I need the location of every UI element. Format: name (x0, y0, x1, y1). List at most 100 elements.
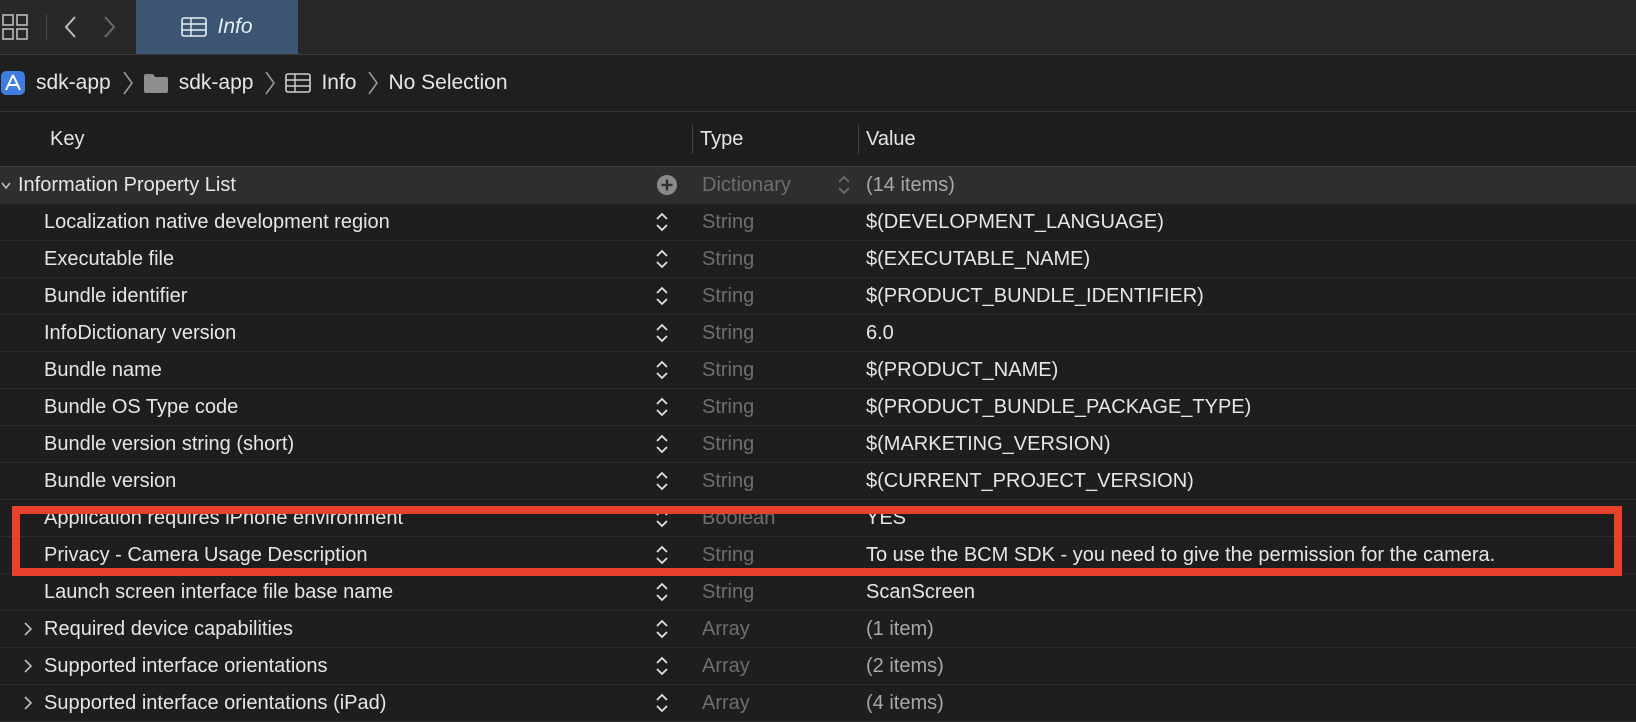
row-value[interactable]: $(PRODUCT_BUNDLE_PACKAGE_TYPE) (866, 389, 1251, 425)
table-row[interactable]: Executable file String $(EXECUTABLE_NAME… (0, 241, 1636, 278)
row-type[interactable]: String (702, 537, 754, 573)
row-value: (4 items) (866, 692, 944, 714)
table-icon (181, 17, 208, 37)
row-key: Required device capabilities (44, 618, 294, 640)
row-type[interactable]: Boolean (702, 500, 775, 536)
table-icon (285, 73, 312, 93)
row-key: Information Property List (18, 174, 236, 196)
folder-icon (143, 74, 168, 93)
breadcrumb-item-selection[interactable]: No Selection (386, 71, 509, 95)
row-value[interactable]: $(CURRENT_PROJECT_VERSION) (866, 463, 1194, 499)
breadcrumb: sdk-app sdk-app Info No Selection (0, 55, 1636, 112)
column-header-value[interactable]: Value (866, 128, 916, 151)
chevron-down-icon[interactable] (0, 177, 12, 193)
table-row-camera-usage[interactable]: Privacy - Camera Usage Description Strin… (0, 537, 1636, 574)
table-row[interactable]: Bundle identifier String $(PRODUCT_BUNDL… (0, 278, 1636, 315)
stepper-icon[interactable] (654, 691, 670, 715)
stepper-icon[interactable] (654, 284, 670, 308)
table-row[interactable]: Bundle version string (short) String $(M… (0, 426, 1636, 463)
table-header: Key Type Value (0, 112, 1636, 167)
breadcrumb-label: sdk-app (36, 71, 111, 94)
forward-icon[interactable] (98, 14, 120, 40)
table-row[interactable]: Bundle name String $(PRODUCT_NAME) (0, 352, 1636, 389)
stepper-icon[interactable] (654, 321, 670, 345)
row-value[interactable]: ScanScreen (866, 574, 975, 610)
breadcrumb-item-folder[interactable]: sdk-app (141, 71, 256, 95)
column-header-type[interactable]: Type (700, 128, 743, 151)
row-value: (2 items) (866, 655, 944, 677)
row-type[interactable]: String (702, 352, 754, 388)
table-row-root[interactable]: Information Property List Dictionary (14… (0, 167, 1636, 204)
row-key: InfoDictionary version (44, 322, 237, 344)
table-row[interactable]: Required device capabilities Array (1 it… (0, 611, 1636, 648)
row-key: Bundle OS Type code (44, 396, 239, 418)
row-type[interactable]: Dictionary (702, 167, 791, 203)
row-value[interactable]: $(PRODUCT_BUNDLE_IDENTIFIER) (866, 278, 1204, 314)
row-key: Bundle version string (short) (44, 433, 295, 455)
table-row[interactable]: Launch screen interface file base name S… (0, 574, 1636, 611)
row-key: Bundle identifier (44, 285, 188, 307)
stepper-icon[interactable] (836, 173, 852, 197)
table-row[interactable]: Supported interface orientations (iPad) … (0, 685, 1636, 722)
stepper-icon[interactable] (654, 543, 670, 567)
column-divider[interactable] (858, 124, 859, 154)
stepper-icon[interactable] (654, 395, 670, 419)
column-divider[interactable] (692, 124, 693, 154)
breadcrumb-item-project[interactable]: sdk-app (0, 70, 113, 96)
row-type[interactable]: String (702, 463, 754, 499)
row-type[interactable]: String (702, 241, 754, 277)
row-value[interactable]: $(PRODUCT_NAME) (866, 352, 1058, 388)
row-type[interactable]: Array (702, 648, 750, 684)
chevron-right-icon (123, 71, 133, 95)
breadcrumb-item-file[interactable]: Info (283, 71, 358, 95)
row-type[interactable]: String (702, 204, 754, 240)
chevron-right-icon[interactable] (22, 658, 34, 674)
row-type[interactable]: String (702, 426, 754, 462)
chevron-right-icon[interactable] (22, 621, 34, 637)
app-project-icon (1, 71, 25, 95)
stepper-icon[interactable] (654, 247, 670, 271)
stepper-icon[interactable] (654, 617, 670, 641)
stepper-icon[interactable] (654, 469, 670, 493)
property-list-table: Key Type Value Information Property List… (0, 112, 1636, 722)
table-row[interactable]: Application requires iPhone environment … (0, 500, 1636, 537)
stepper-icon[interactable] (654, 432, 670, 456)
column-header-key[interactable]: Key (50, 128, 84, 151)
row-value[interactable]: 6.0 (866, 315, 894, 351)
row-key: Supported interface orientations (44, 655, 328, 677)
row-type[interactable]: Array (702, 685, 750, 721)
row-value[interactable]: YES (866, 500, 906, 536)
breadcrumb-label: Info (321, 71, 357, 94)
row-key: Localization native development region (44, 211, 390, 233)
toolbar-divider (46, 14, 47, 40)
row-value[interactable]: $(MARKETING_VERSION) (866, 426, 1110, 462)
back-icon[interactable] (60, 14, 82, 40)
row-key: Bundle name (44, 359, 162, 381)
add-item-icon[interactable] (656, 174, 678, 196)
row-value[interactable]: To use the BCM SDK - you need to give th… (866, 537, 1495, 573)
tab-info[interactable]: Info (136, 0, 298, 54)
table-row[interactable]: Localization native development region S… (0, 204, 1636, 241)
row-type[interactable]: String (702, 278, 754, 314)
row-type[interactable]: String (702, 574, 754, 610)
table-row[interactable]: Supported interface orientations Array (… (0, 648, 1636, 685)
stepper-icon[interactable] (654, 580, 670, 604)
row-type[interactable]: String (702, 315, 754, 351)
row-value: (1 item) (866, 618, 934, 640)
chevron-right-icon (368, 71, 379, 95)
related-items-icon[interactable] (2, 14, 28, 40)
row-type[interactable]: String (702, 389, 754, 425)
row-value[interactable]: $(EXECUTABLE_NAME) (866, 241, 1090, 277)
table-row[interactable]: Bundle OS Type code String $(PRODUCT_BUN… (0, 389, 1636, 426)
stepper-icon[interactable] (654, 506, 670, 530)
row-value[interactable]: $(DEVELOPMENT_LANGUAGE) (866, 204, 1164, 240)
row-key: Executable file (44, 248, 175, 270)
stepper-icon[interactable] (654, 654, 670, 678)
stepper-icon[interactable] (654, 210, 670, 234)
table-row[interactable]: Bundle version String $(CURRENT_PROJECT_… (0, 463, 1636, 500)
row-key: Supported interface orientations (iPad) (44, 692, 387, 714)
table-row[interactable]: InfoDictionary version String 6.0 (0, 315, 1636, 352)
stepper-icon[interactable] (654, 358, 670, 382)
chevron-right-icon[interactable] (22, 695, 34, 711)
row-type[interactable]: Array (702, 611, 750, 647)
